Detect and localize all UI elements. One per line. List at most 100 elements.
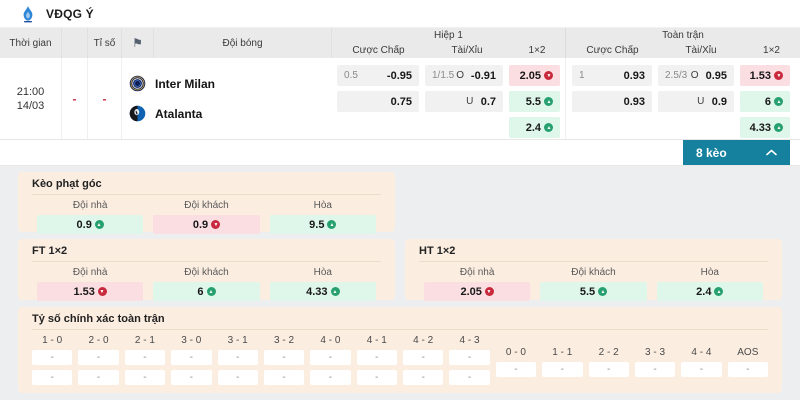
odds-down-icon <box>484 287 494 296</box>
score-odds-button[interactable]: - <box>171 370 212 385</box>
h1-1x2-odds-away[interactable]: 5.5 <box>509 91 560 112</box>
away-team-name[interactable]: Atalanta <box>155 107 202 121</box>
ft-draw-odds[interactable]: 4.33 <box>269 282 376 301</box>
more-bets-strip: 8 kèo <box>0 140 800 166</box>
score-odds-button[interactable]: - <box>217 370 258 385</box>
h1-handicap-odds-1[interactable]: 0.5 -0.95 <box>337 65 419 86</box>
ht-away-odds[interactable]: 5.5 <box>540 282 647 301</box>
odds-down-icon <box>211 220 221 229</box>
ht-home-odds[interactable]: 2.05 <box>424 282 531 301</box>
score-odds-button[interactable]: - <box>356 370 397 385</box>
score-odds-button[interactable]: - <box>356 350 397 365</box>
score-odds-button[interactable]: - <box>124 350 166 365</box>
odds-value: 0.93 <box>623 69 645 82</box>
ft-1x2-odds-away[interactable]: 6 <box>740 91 790 112</box>
corner-home-odds[interactable]: 0.9 <box>37 215 144 234</box>
h1-overunder-odds-1[interactable]: 1/1.5 O -0.91 <box>425 65 503 86</box>
odds-value: 6 <box>764 95 771 108</box>
header-fulltime-label: Toàn trận <box>662 30 704 41</box>
odds-table-header: Thời gian Tỉ số ⚑ Đội bóng Hiệp 1 Cược C… <box>0 28 800 58</box>
score-label: 1 - 1 <box>552 347 573 358</box>
score-odds-button[interactable]: - <box>263 370 305 385</box>
corner-card-title: Kèo phạt góc <box>32 178 381 195</box>
score-label: 3 - 1 <box>227 335 248 346</box>
score-odds-button[interactable]: - <box>403 350 444 365</box>
score-odds-button[interactable]: - <box>403 370 444 385</box>
home-team-name[interactable]: Inter Milan <box>155 77 215 91</box>
score-odds-button[interactable]: - <box>124 370 166 385</box>
ft-handicap-odds-2[interactable]: 0.93 <box>572 91 652 112</box>
score-label: AOS <box>737 347 759 358</box>
correct-score-column: 4 - 0 - - <box>310 335 351 390</box>
ft-1x2-card: FT 1×2 Đội nhà 1.53 Đội khách 6 Hòa 4.3 <box>18 239 395 301</box>
score-odds-button[interactable]: - <box>310 350 351 365</box>
score-odds-button[interactable]: - <box>32 350 73 365</box>
ft-away-odds[interactable]: 6 <box>153 282 260 301</box>
corner-odds-card: Kèo phạt góc Đội nhà 0.9 Đội khách 0.9 H… <box>18 172 395 234</box>
ft-1x2-odds-draw[interactable]: 4.33 <box>740 117 790 138</box>
corner-draw-odds[interactable]: 9.5 <box>269 215 376 234</box>
correct-score-column: 3 - 2 - - <box>263 335 305 390</box>
away-column-label: Đội khách <box>184 200 229 211</box>
odds-up-icon <box>94 220 104 229</box>
correct-score-column-draw: 0 - 0 - <box>495 335 537 390</box>
correct-score-column: 4 - 2 - - <box>403 335 444 390</box>
correct-score-column: 4 - 3 - - <box>449 335 490 390</box>
home-team-row[interactable]: Inter Milan <box>129 75 332 92</box>
score-odds-button[interactable]: - <box>542 362 583 377</box>
score-odds-button[interactable]: - <box>588 362 629 377</box>
odds-value: 1.53 <box>749 69 771 82</box>
ou-line: 2.5/3 <box>665 70 688 81</box>
header-score: Tỉ số <box>88 28 122 58</box>
kickoff-date: 14/03 <box>16 99 45 112</box>
score-odds-button[interactable]: - <box>32 370 73 385</box>
ft-overunder-odds-1[interactable]: 2.5/3 O 0.95 <box>658 65 734 86</box>
odds-down-icon <box>544 71 553 80</box>
score-odds-button[interactable]: - <box>263 350 305 365</box>
h1-1x2-odds-draw[interactable]: 2.4 <box>509 117 560 138</box>
league-header: VĐQG Ý <box>0 0 800 28</box>
ft-handicap-odds-1[interactable]: 1 0.93 <box>572 65 652 86</box>
odds-value: 0.9 <box>76 218 92 231</box>
header-ft-overunder: Tài/Xỉu <box>685 45 717 56</box>
corner-away-odds[interactable]: 0.9 <box>153 215 260 234</box>
odds-value: 0.9 <box>192 218 209 231</box>
score-label: 4 - 2 <box>413 335 434 346</box>
score-odds-button[interactable]: - <box>78 350 119 365</box>
header-h1-handicap: Cược Chấp <box>352 45 405 56</box>
score-odds-button[interactable]: - <box>681 362 722 377</box>
h1-1x2-odds-home[interactable]: 2.05 <box>509 65 560 86</box>
more-bets-button[interactable]: 8 kèo <box>683 140 790 165</box>
score-label: 2 - 1 <box>134 335 155 346</box>
ht-draw-odds[interactable]: 2.4 <box>656 282 763 301</box>
odds-value: -0.91 <box>470 69 496 82</box>
odds-up-icon <box>774 97 783 106</box>
live-score: - <box>62 58 88 139</box>
draw-column-label: Hòa <box>313 267 332 278</box>
odds-value: 0.93 <box>623 95 645 108</box>
ft-1x2-odds-home[interactable]: 1.53 <box>740 65 790 86</box>
teams-cell[interactable]: Inter Milan Atalanta <box>122 58 332 139</box>
score-odds-button[interactable]: - <box>310 370 351 385</box>
score-odds-button[interactable]: - <box>171 350 212 365</box>
ft-home-odds[interactable]: 1.53 <box>37 282 144 301</box>
ft-overunder-odds-2[interactable]: U 0.9 <box>658 91 734 112</box>
score-odds-button[interactable]: - <box>495 362 537 377</box>
h1-overunder-odds-2[interactable]: U 0.7 <box>425 91 503 112</box>
odds-value: 2.05 <box>519 69 541 82</box>
score-odds-button[interactable]: - <box>217 350 258 365</box>
away-column-label: Đội khách <box>184 267 229 278</box>
score-odds-button[interactable]: - <box>727 362 768 377</box>
home-column-label: Đội nhà <box>72 200 108 211</box>
score-odds-button[interactable]: - <box>78 370 119 385</box>
correct-score-column: 1 - 0 - - <box>32 335 73 390</box>
h1-handicap-odds-2[interactable]: 0.75 <box>337 91 419 112</box>
score-odds-button[interactable]: - <box>449 350 490 365</box>
score-odds-button[interactable]: - <box>634 362 676 377</box>
odds-value: 5.5 <box>525 95 541 108</box>
odds-value: 0.9 <box>711 95 727 108</box>
score-odds-button[interactable]: - <box>449 370 490 385</box>
away-team-row[interactable]: Atalanta <box>129 105 332 122</box>
under-label: U <box>697 96 705 107</box>
handicap-line: 1 <box>579 70 585 81</box>
